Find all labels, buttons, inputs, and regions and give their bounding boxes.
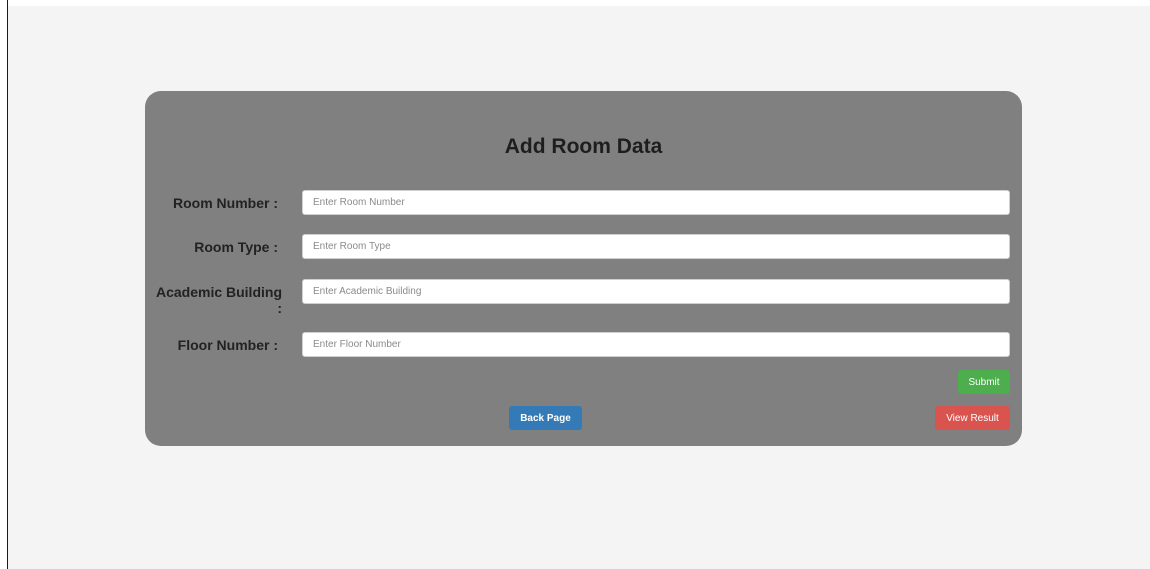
room-type-input[interactable] [302,234,1010,259]
room-number-input[interactable] [302,190,1010,215]
page-background: Add Room Data Room Number : Room Type : … [8,6,1150,569]
room-type-label: Room Type : [194,239,278,255]
view-result-button[interactable]: View Result [935,406,1010,430]
back-page-button[interactable]: Back Page [509,406,582,430]
form-title: Add Room Data [504,135,663,158]
add-room-form-panel: Add Room Data Room Number : Room Type : … [145,91,1022,446]
floor-number-label: Floor Number : [177,337,278,353]
academic-building-input[interactable] [302,279,1010,304]
submit-button[interactable]: Submit [958,370,1010,394]
floor-number-input[interactable] [302,332,1010,357]
room-number-label: Room Number : [173,195,278,211]
academic-building-label: Academic Building : [155,284,282,316]
